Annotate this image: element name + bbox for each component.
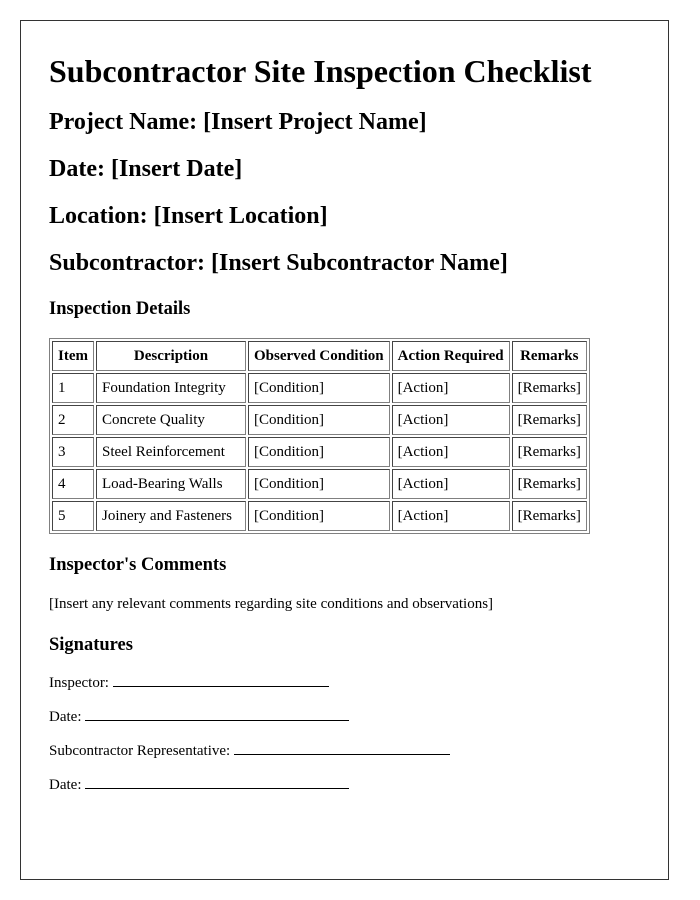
field-label: Subcontractor:	[49, 250, 205, 276]
cell-description: Load-Bearing Walls	[96, 469, 246, 499]
subcontractor-signature-line: Subcontractor Representative:	[49, 741, 648, 761]
inspector-comments-text: [Insert any relevant comments regarding …	[49, 596, 494, 612]
signatures-heading: Signatures	[49, 635, 133, 655]
cell-action-required: [Action]	[391, 405, 510, 435]
inspector-comments-heading: Inspector's Comments	[49, 555, 227, 575]
cell-observed-condition: [Condition]	[248, 437, 390, 467]
field-value: [Insert Date]	[110, 156, 243, 182]
inspection-table: Item Description Observed Condition Acti…	[49, 338, 590, 534]
cell-remarks: [Remarks]	[511, 405, 587, 435]
signature-label: Date:	[49, 709, 82, 725]
table-row: 5 Joinery and Fasteners [Condition] [Act…	[52, 501, 587, 531]
field-value: [Insert Subcontractor Name]	[210, 250, 508, 276]
cell-observed-condition: [Condition]	[248, 469, 390, 499]
table-header-row: Item Description Observed Condition Acti…	[52, 341, 587, 371]
date-blank[interactable]	[85, 708, 350, 721]
cell-remarks: [Remarks]	[511, 373, 587, 403]
cell-remarks: [Remarks]	[511, 469, 587, 499]
cell-remarks: [Remarks]	[511, 437, 587, 467]
subcontractor-date-line: Date:	[49, 775, 648, 795]
column-header-remarks: Remarks	[511, 341, 587, 371]
checklist-page: Subcontractor Site Inspection Checklist …	[20, 20, 669, 880]
project-name-field: Project Name: [Insert Project Name]	[49, 107, 648, 137]
cell-description: Concrete Quality	[96, 405, 246, 435]
inspector-signature-line: Inspector:	[49, 673, 648, 693]
cell-item: 1	[52, 373, 94, 403]
field-label: Project Name:	[49, 109, 198, 135]
signature-blank[interactable]	[234, 742, 451, 755]
table-row: 3 Steel Reinforcement [Condition] [Actio…	[52, 437, 587, 467]
cell-remarks: [Remarks]	[511, 501, 587, 531]
cell-observed-condition: [Condition]	[248, 501, 390, 531]
table-row: 4 Load-Bearing Walls [Condition] [Action…	[52, 469, 587, 499]
cell-action-required: [Action]	[391, 469, 510, 499]
cell-action-required: [Action]	[391, 373, 510, 403]
date-field: Date: [Insert Date]	[49, 154, 648, 184]
cell-item: 4	[52, 469, 94, 499]
document-title: Subcontractor Site Inspection Checklist	[49, 53, 592, 89]
location-field: Location: [Insert Location]	[49, 201, 648, 231]
table-row: 1 Foundation Integrity [Condition] [Acti…	[52, 373, 587, 403]
signature-label: Subcontractor Representative:	[49, 743, 231, 759]
column-header-item: Item	[52, 341, 94, 371]
column-header-action-required: Action Required	[391, 341, 510, 371]
cell-item: 5	[52, 501, 94, 531]
signature-label: Date:	[49, 777, 82, 793]
cell-action-required: [Action]	[391, 437, 510, 467]
column-header-observed-condition: Observed Condition	[248, 341, 390, 371]
field-value: [Insert Location]	[153, 203, 328, 229]
date-blank[interactable]	[85, 776, 350, 789]
cell-item: 3	[52, 437, 94, 467]
cell-description: Steel Reinforcement	[96, 437, 246, 467]
table-row: 2 Concrete Quality [Condition] [Action] …	[52, 405, 587, 435]
cell-action-required: [Action]	[391, 501, 510, 531]
subcontractor-field: Subcontractor: [Insert Subcontractor Nam…	[49, 248, 648, 278]
inspector-date-line: Date:	[49, 707, 648, 727]
cell-observed-condition: [Condition]	[248, 405, 390, 435]
field-label: Location:	[49, 203, 148, 229]
inspection-details-heading: Inspection Details	[49, 299, 191, 319]
signature-label: Inspector:	[49, 675, 109, 691]
signature-blank[interactable]	[112, 674, 329, 687]
cell-description: Joinery and Fasteners	[96, 501, 246, 531]
field-label: Date:	[49, 156, 105, 182]
field-value: [Insert Project Name]	[203, 109, 427, 135]
cell-item: 2	[52, 405, 94, 435]
cell-observed-condition: [Condition]	[248, 373, 390, 403]
column-header-description: Description	[96, 341, 246, 371]
cell-description: Foundation Integrity	[96, 373, 246, 403]
